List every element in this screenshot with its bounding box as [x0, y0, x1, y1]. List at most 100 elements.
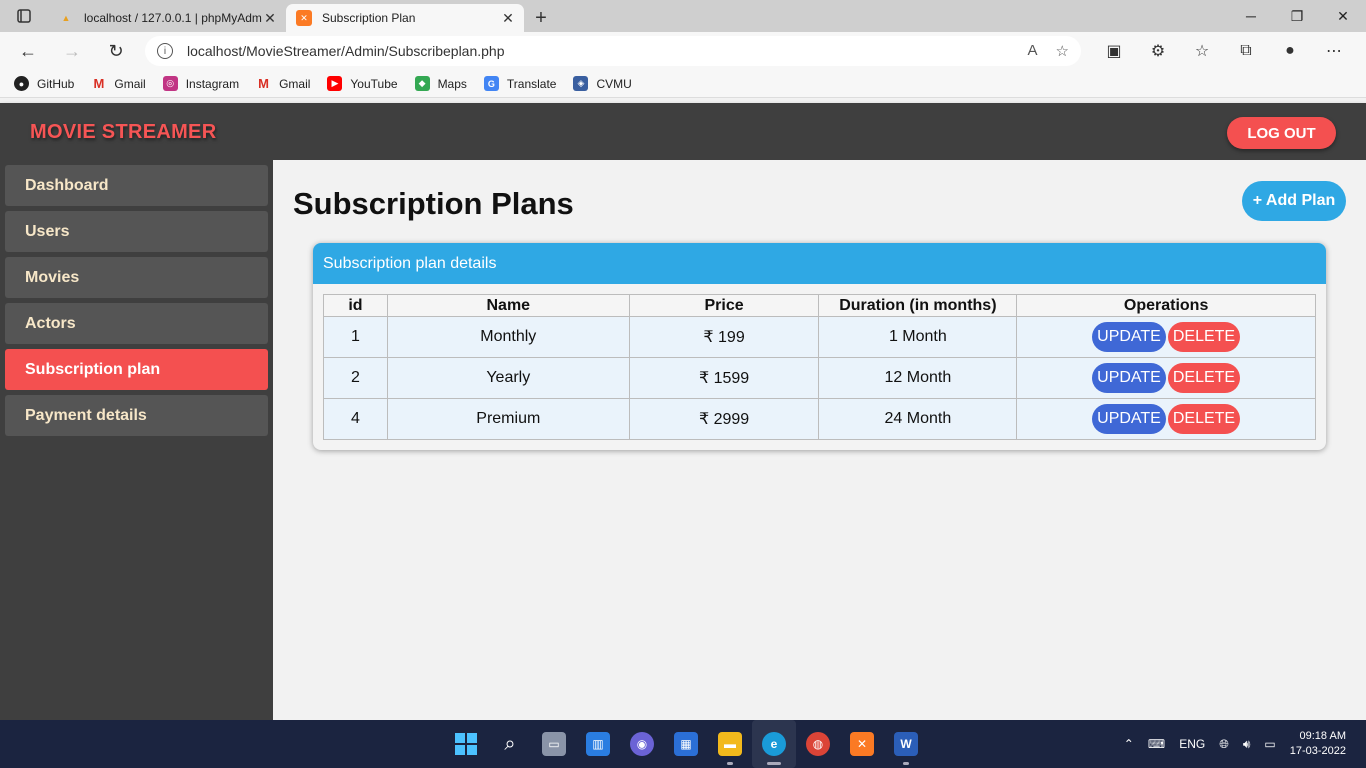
bookmark-translate[interactable]: G Translate — [483, 76, 557, 91]
browser-toolbar-right: ▣ ⚙ ☆ ⧉ ● ⋯ — [1092, 32, 1356, 70]
back-icon[interactable]: ← — [6, 32, 50, 70]
restore-icon[interactable]: ❐ — [1274, 0, 1320, 32]
cell-operations: UPDATE DELETE — [1016, 316, 1316, 358]
close-window-icon[interactable]: ✕ — [1320, 0, 1366, 32]
sidebar-item-movies[interactable]: Movies — [5, 257, 268, 298]
translate-icon: G — [483, 76, 499, 91]
bookmark-instagram[interactable]: ◎ Instagram — [162, 76, 239, 91]
cell-duration: 12 Month — [818, 357, 1018, 399]
date-text: 17-03-2022 — [1289, 745, 1346, 757]
delete-button[interactable]: DELETE — [1167, 363, 1241, 393]
url-bar[interactable]: i localhost/MovieStreamer/Admin/Subscrib… — [145, 36, 1081, 66]
cell-id: 1 — [323, 316, 388, 358]
cell-price: ₹ 2999 — [628, 398, 820, 440]
clock[interactable]: 09:18 AM 17-03-2022 — [1290, 729, 1346, 759]
cell-duration: 1 Month — [818, 316, 1018, 358]
bookmark-gmail[interactable]: M Gmail — [91, 76, 145, 91]
plans-table: id Name Price Duration (in months) Opera… — [323, 294, 1316, 440]
bookmark-maps[interactable]: ◆ Maps — [414, 76, 467, 91]
cell-operations: UPDATE DELETE — [1016, 357, 1316, 399]
cell-name: Yearly — [386, 357, 630, 399]
delete-button[interactable]: DELETE — [1167, 322, 1241, 352]
volume-icon[interactable]: 🔊︎ — [1243, 737, 1251, 752]
battery-icon[interactable]: ▭ — [1264, 737, 1275, 751]
bookmark-gmail-2[interactable]: M Gmail — [256, 76, 310, 91]
collections-icon[interactable]: ⧉ — [1224, 42, 1268, 60]
bookmark-youtube[interactable]: ▶ YouTube — [327, 76, 398, 91]
table-row: 2 Yearly ₹ 1599 12 Month UPDATE DELETE — [323, 357, 1316, 399]
sidebar-item-users[interactable]: Users — [5, 211, 268, 252]
add-plan-button[interactable]: + Add Plan — [1242, 181, 1346, 221]
update-button[interactable]: UPDATE — [1092, 363, 1166, 393]
column-header: Duration (in months) — [818, 294, 1018, 317]
bookmark-label: Gmail — [279, 76, 311, 91]
close-tab-icon[interactable]: ✕ — [500, 10, 516, 27]
cvmu-icon: ◈ — [573, 76, 589, 91]
logout-button[interactable]: LOG OUT — [1227, 117, 1336, 149]
tab-subscription-plan[interactable]: ✕ Subscription Plan ✕ — [286, 4, 524, 32]
sidebar-item-actors[interactable]: Actors — [5, 303, 268, 344]
sidebar-item-payment-details[interactable]: Payment details — [5, 395, 268, 436]
more-menu-icon[interactable]: ⋯ — [1312, 41, 1356, 61]
column-header: Price — [628, 294, 820, 317]
window-controls: ─ ❐ ✕ — [1228, 0, 1366, 32]
search-icon[interactable]: ⌕ — [488, 720, 532, 768]
phpmyadmin-icon: ▲ — [61, 13, 71, 23]
chrome-icon[interactable]: ◍ — [796, 720, 840, 768]
sidebar-item-subscription-plan[interactable]: Subscription plan — [5, 349, 268, 390]
cell-id: 4 — [323, 398, 388, 440]
word-icon[interactable]: W — [884, 720, 928, 768]
bookmark-label: Maps — [437, 76, 467, 91]
close-tab-icon[interactable]: ✕ — [262, 10, 278, 27]
file-explorer-icon[interactable]: ▬ — [708, 720, 752, 768]
bookmark-label: Gmail — [114, 76, 146, 91]
sidebar-item-dashboard[interactable]: Dashboard — [5, 165, 268, 206]
bookmark-github[interactable]: ● GitHub — [14, 76, 74, 91]
language-indicator[interactable]: ENG — [1179, 737, 1205, 751]
cell-name: Monthly — [386, 316, 630, 358]
read-aloud-icon[interactable]: A — [1028, 42, 1038, 60]
tab-actions-icon[interactable] — [0, 0, 48, 32]
bookmarks-bar: ● GitHub M Gmail ◎ Instagram M Gmail ▶ YouTub… — [0, 70, 1366, 98]
extensions-icon[interactable]: ⚙ — [1136, 41, 1180, 61]
time-text: 09:18 AM — [1299, 730, 1346, 742]
cell-id: 2 — [323, 357, 388, 399]
system-tray: ⌃ ⌨ ENG 🌐︎ 🔊︎ ▭ 09:18 AM 17-03-2022 — [1124, 720, 1366, 768]
tab-phpmyadmin[interactable]: ▲ localhost / 127.0.0.1 | phpMyAdmin ✕ — [48, 4, 286, 32]
task-view-icon[interactable]: ▭ — [532, 720, 576, 768]
github-icon: ● — [14, 76, 29, 91]
store-icon[interactable]: ▦ — [664, 720, 708, 768]
gmail-icon: M — [258, 76, 269, 91]
favorites-icon[interactable]: ☆ — [1180, 41, 1224, 61]
brand-logo[interactable]: MOVIE STREAMER — [30, 121, 216, 144]
tab-title: localhost / 127.0.0.1 | phpMyAdmin — [84, 11, 262, 25]
forward-icon[interactable]: → — [50, 32, 94, 70]
start-icon[interactable] — [444, 720, 488, 768]
xampp-icon[interactable]: ✕ — [840, 720, 884, 768]
new-tab-icon[interactable]: + — [524, 4, 558, 32]
bookmark-label: Translate — [506, 76, 557, 91]
keyboard-icon[interactable]: ⌨ — [1148, 737, 1165, 751]
bookmark-label: YouTube — [350, 76, 398, 91]
cell-price: ₹ 1599 — [628, 357, 820, 399]
network-icon[interactable]: 🌐︎ — [1219, 737, 1229, 752]
update-button[interactable]: UPDATE — [1092, 404, 1166, 434]
add-favorite-icon[interactable]: ☆ — [1056, 42, 1069, 60]
cell-name: Premium — [386, 398, 630, 440]
widgets-icon[interactable]: ▥ — [576, 720, 620, 768]
table-header-row: id Name Price Duration (in months) Opera… — [323, 294, 1316, 317]
chat-icon[interactable]: ◉ — [620, 720, 664, 768]
chevron-up-icon[interactable]: ⌃ — [1124, 737, 1134, 751]
update-button[interactable]: UPDATE — [1092, 322, 1166, 352]
cell-operations: UPDATE DELETE — [1016, 398, 1316, 440]
url-text[interactable]: localhost/MovieStreamer/Admin/Subscribep… — [187, 43, 505, 59]
edge-icon[interactable]: e — [752, 720, 796, 768]
site-info-icon[interactable]: i — [157, 43, 173, 59]
profile-avatar[interactable]: ● — [1268, 42, 1312, 60]
bookmark-cvmu[interactable]: ◈ CVMU — [573, 76, 632, 91]
minimize-icon[interactable]: ─ — [1228, 0, 1274, 32]
table-row: 4 Premium ₹ 2999 24 Month UPDATE DELETE — [323, 398, 1316, 440]
extension-icon[interactable]: ▣ — [1092, 41, 1136, 61]
reload-icon[interactable]: ↻ — [94, 32, 138, 70]
delete-button[interactable]: DELETE — [1167, 404, 1241, 434]
